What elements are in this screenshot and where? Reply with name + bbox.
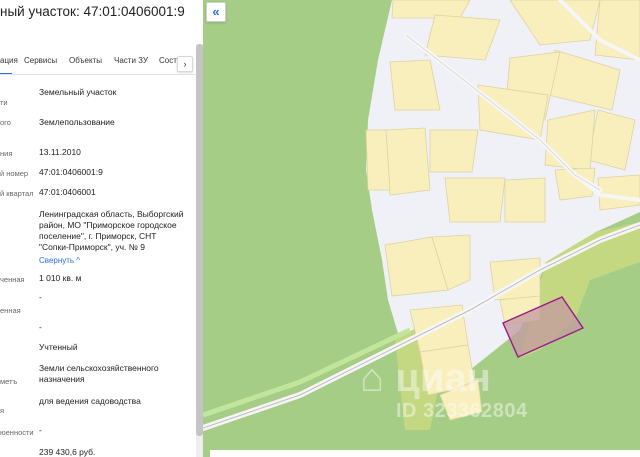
address-line-3: поселение", г. Приморск, СНТ <box>39 231 157 241</box>
field-value-category-1: Земли сельскохозяйственного <box>39 363 159 373</box>
panel-title: ный участок: 47:01:0406001:9 <box>0 4 185 19</box>
watermark-logo: ⌂ циан <box>360 356 491 400</box>
field-value-category-2: назначения <box>39 374 85 384</box>
tab-services[interactable]: Сервисы <box>24 56 57 65</box>
field-label: й номер <box>0 169 29 178</box>
field-value-type: Земельный участок <box>39 87 117 97</box>
address-line-2: район, МО "Приморское городское <box>39 220 177 230</box>
tabs-divider <box>0 74 196 75</box>
panel-scrollbar-thumb[interactable] <box>196 44 203 436</box>
watermark-id: ID 323362804 <box>396 400 528 422</box>
field-label: ого <box>0 118 11 127</box>
field-value-status: Учтенный <box>39 342 78 352</box>
map-bottom-strip <box>210 450 640 457</box>
tab-info[interactable]: ация <box>0 56 18 65</box>
collapse-panel-button[interactable]: « <box>206 2 226 22</box>
field-label: енная <box>0 306 21 315</box>
field-value-usage: для ведения садоводства <box>39 396 141 406</box>
field-value-subtype: Землепользование <box>39 117 115 127</box>
field-value-dash: - <box>39 425 42 435</box>
field-label: юенности <box>0 428 34 437</box>
field-label: ти <box>0 98 8 107</box>
panel-tabs: ация Сервисы Объекты Части ЗУ Состa <box>0 56 196 75</box>
field-label: ния <box>0 149 13 158</box>
field-label: ченная <box>0 275 25 284</box>
field-value-cadastral-quarter: 47:01:0406001 <box>39 187 96 197</box>
field-label: метъ <box>0 377 18 386</box>
info-panel: ный участок: 47:01:0406001:9 ация Сервис… <box>0 0 203 457</box>
collapse-address-link[interactable]: Свернуть ^ <box>39 256 80 265</box>
address-line-1: Ленинградская область, Выборгский <box>39 209 184 219</box>
field-value-cadastral-number: 47:01:0406001:9 <box>39 167 103 177</box>
tabs-next-button[interactable]: › <box>177 56 193 72</box>
tab-objects[interactable]: Объекты <box>69 56 102 65</box>
field-value-cost: 239 430,6 руб. <box>39 447 96 457</box>
field-value-date: 13.11.2010 <box>39 147 81 157</box>
field-value-dash: - <box>39 322 42 332</box>
address-line-4: "Сопки-Приморск", уч. № 9 <box>39 242 145 252</box>
field-label: я <box>0 406 5 415</box>
field-value-area: 1 010 кв. м <box>39 273 82 283</box>
tab-parts[interactable]: Части ЗУ <box>114 56 148 65</box>
field-value-dash: - <box>39 292 42 302</box>
field-label: й квартал <box>0 189 34 198</box>
